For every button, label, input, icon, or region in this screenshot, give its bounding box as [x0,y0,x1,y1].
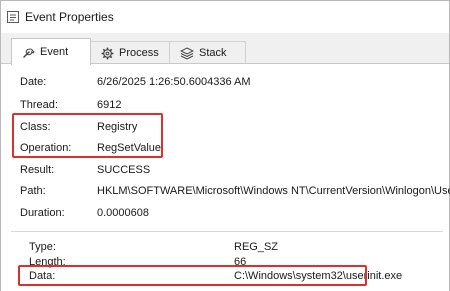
tab-event[interactable]: Event [11,38,91,65]
duration-value: 0.0000608 [97,207,149,219]
event-panel: Date: 6/26/2025 1:26:50.6004336 AM Threa… [1,63,450,291]
gear-icon [101,47,114,59]
event-properties-icon [7,11,19,23]
type-value: REG_SZ [234,241,279,253]
tab-process-label: Process [119,47,159,59]
stack-icon [180,46,194,60]
thread-value: 6912 [97,99,122,111]
tab-strip: Event Process Stack [1,33,449,65]
result-value: SUCCESS [97,164,151,176]
tab-stack-label: Stack [199,47,227,59]
date-label: Date: [20,76,47,88]
details-separator [11,231,443,232]
tab-stack[interactable]: Stack [169,41,246,64]
data-row-highlight [18,265,367,286]
wrench-icon [23,48,35,58]
type-label: Type: [29,241,56,253]
result-label: Result: [20,164,55,176]
event-properties-window: Event Properties Event Process Stack Dat… [0,0,450,291]
class-operation-highlight [12,113,163,158]
title-bar: Event Properties [1,1,449,33]
tab-process[interactable]: Process [90,41,170,64]
window-title: Event Properties [25,10,114,24]
date-value: 6/26/2025 1:26:50.6004336 AM [97,76,251,88]
duration-label: Duration: [20,207,65,219]
tab-event-label: Event [40,46,69,58]
path-label: Path: [20,185,46,197]
thread-label: Thread: [20,99,58,111]
path-value: HKLM\SOFTWARE\Microsoft\Windows NT\Curre… [97,185,450,197]
